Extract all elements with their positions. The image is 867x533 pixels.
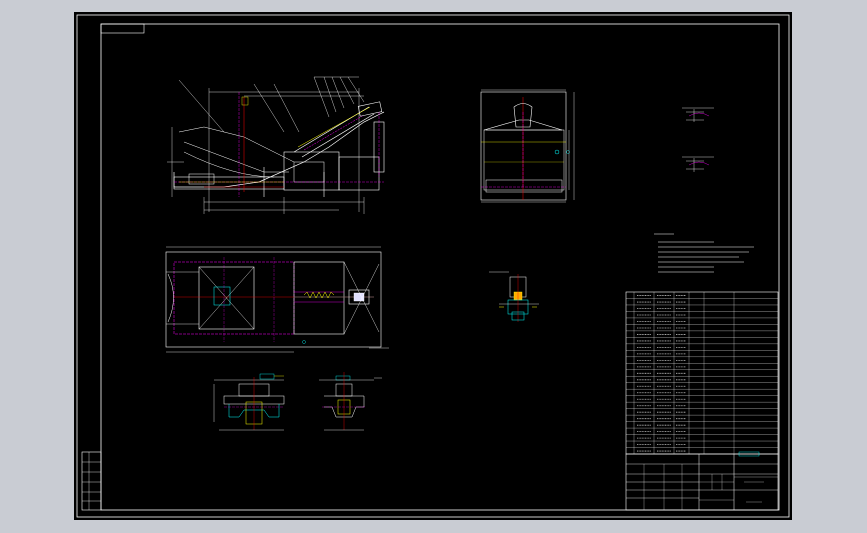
cad-drawing-canvas[interactable]: [74, 12, 792, 520]
sheet-outer-border: [76, 14, 790, 518]
technical-notes: [654, 233, 754, 273]
detail-sketches-top-right: [682, 107, 714, 172]
left-margin-strip: [81, 451, 102, 511]
detail-b-view: [319, 372, 382, 431]
plan-view: [165, 246, 389, 353]
detail-a-view: [213, 373, 285, 431]
section-detail-c: [489, 271, 539, 322]
sheet-code-box: [100, 23, 145, 34]
side-elevation-view: [167, 76, 385, 214]
cad-drawing: [76, 14, 790, 518]
front-elevation-view: [480, 89, 575, 203]
bill-of-materials-table: [625, 291, 779, 455]
title-block: [625, 451, 779, 511]
